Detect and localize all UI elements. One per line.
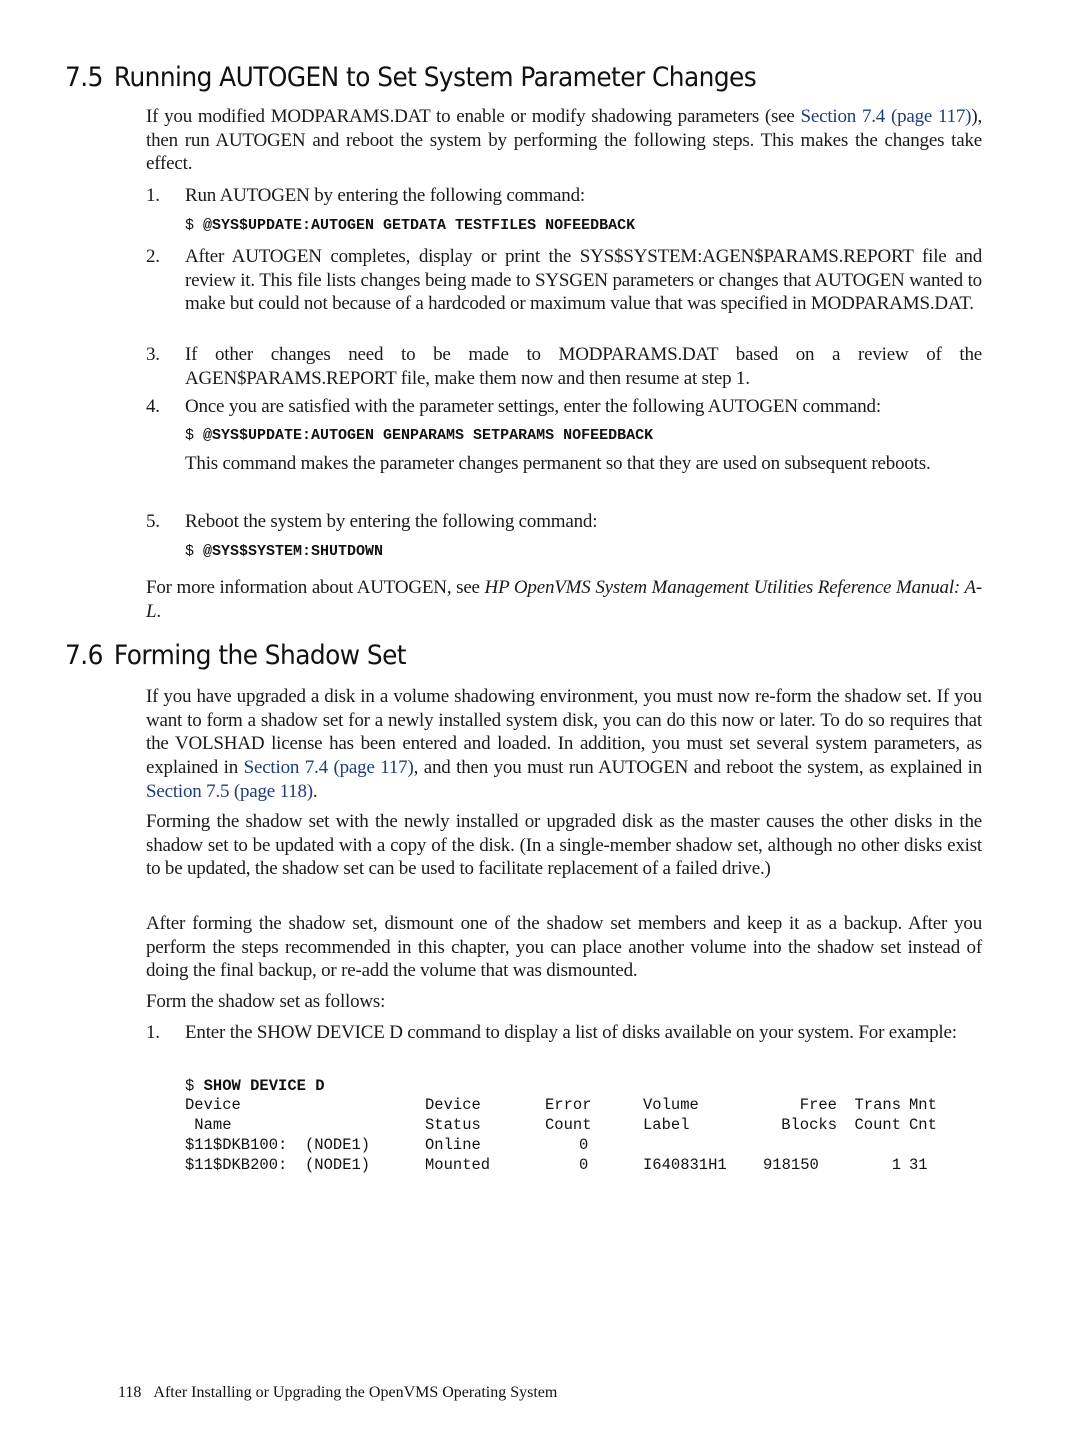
trans-count: [845, 1135, 909, 1155]
device-name: $11$DKB100:: [185, 1136, 288, 1154]
free-blocks: [763, 1135, 845, 1155]
step-number: 1.: [146, 185, 160, 206]
step-number: 5.: [146, 511, 160, 532]
col-node: [305, 1095, 425, 1115]
step-number: 1.: [146, 1022, 160, 1043]
step-number: 4.: [146, 396, 160, 417]
step-text: After AUTOGEN completes, display or prin…: [185, 246, 982, 315]
section-7-6-heading: 7.6 Forming the Shadow Set: [65, 640, 407, 671]
free-blocks: 918150: [763, 1156, 819, 1174]
section-number: 7.6: [65, 640, 103, 671]
col-device-status: Status: [425, 1116, 481, 1134]
prompt: $: [185, 217, 204, 234]
section-number: 7.5: [65, 62, 103, 93]
section-7-5-intro: If you modified MODPARAMS.DAT to enable …: [146, 105, 982, 176]
para-text: .: [312, 780, 318, 802]
command-text: @SYS$UPDATE:AUTOGEN GETDATA TESTFILES NO…: [203, 217, 636, 234]
section-7-6-para-1: If you have upgraded a disk in a volume …: [146, 685, 982, 804]
command-shutdown: $ @SYS$SYSTEM:SHUTDOWN: [185, 542, 383, 562]
link-section-7-5[interactable]: Section 7.5 (page 118): [146, 781, 313, 802]
node-name: (NODE1): [305, 1156, 371, 1174]
section-title: Running AUTOGEN to Set System Parameter …: [113, 62, 757, 93]
col-free-blocks: Blocks: [781, 1116, 837, 1134]
volume-label: I640831H1: [643, 1156, 727, 1174]
section-7-5-heading: 7.5 Running AUTOGEN to Set System Paramet…: [65, 62, 757, 93]
table-row: $11$DKB200: (NODE1) Mounted 0 I640831H1 …: [185, 1155, 949, 1175]
step-4: 4. Once you are satisfied with the param…: [146, 395, 982, 419]
prompt: $: [185, 543, 204, 560]
node-name: (NODE1): [305, 1136, 371, 1154]
command-text: SHOW DEVICE D: [203, 1077, 325, 1095]
step-number: 3.: [146, 344, 160, 365]
para-text: , and then you must run AUTOGEN and rebo…: [413, 757, 983, 779]
running-title: After Installing or Upgrading the OpenVM…: [153, 1384, 558, 1401]
col-free-blocks: Free: [799, 1096, 837, 1114]
device-name: $11$DKB200:: [185, 1156, 288, 1174]
section-title: Forming the Shadow Set: [113, 640, 407, 671]
step-5: 5. Reboot the system by entering the fol…: [146, 510, 982, 534]
more-info-end: .: [156, 600, 161, 622]
more-info-paragraph: For more information about AUTOGEN, see …: [146, 576, 982, 623]
section-7-6-para-3: After forming the shadow set, dismount o…: [146, 913, 982, 982]
trans-count: 1: [891, 1156, 901, 1174]
step-3: 3. If other changes need to be made to M…: [146, 343, 982, 390]
prompt: $: [185, 427, 204, 444]
step-text: Reboot the system by entering the follow…: [185, 511, 598, 532]
col-error-count: Error: [545, 1096, 592, 1114]
page-number: 118: [118, 1384, 142, 1401]
col-device-status: Device: [425, 1096, 481, 1114]
command-text: @SYS$SYSTEM:SHUTDOWN: [203, 543, 384, 560]
command-show-device: $ SHOW DEVICE D: [185, 1076, 325, 1096]
prompt: $: [185, 1077, 204, 1095]
step-text: Run AUTOGEN by entering the following co…: [185, 185, 585, 206]
device-status: Mounted: [425, 1156, 491, 1174]
section-7-6-para-4: Form the shadow set as follows:: [146, 991, 386, 1012]
col-trans-count: Trans: [854, 1096, 901, 1114]
col-mnt-cnt: Mnt: [909, 1096, 937, 1114]
error-count: 0: [579, 1136, 589, 1154]
command-autogen-genparams: $ @SYS$UPDATE:AUTOGEN GENPARAMS SETPARAM…: [185, 426, 653, 446]
command-text: @SYS$UPDATE:AUTOGEN GENPARAMS SETPARAMS …: [203, 427, 654, 444]
command-autogen-getdata: $ @SYS$UPDATE:AUTOGEN GETDATA TESTFILES …: [185, 216, 635, 236]
col-mnt-cnt: Cnt: [909, 1116, 937, 1134]
volume-label: [643, 1135, 763, 1155]
intro-text: If you modified MODPARAMS.DAT to enable …: [146, 106, 801, 127]
link-section-7-4[interactable]: Section 7.4 (page 117): [244, 757, 414, 778]
table-header-row: Name Status Count Label Blocks Count Cnt: [185, 1115, 949, 1135]
col-node: [305, 1115, 425, 1135]
col-volume-label: Volume: [643, 1096, 699, 1114]
step-note-text: This command makes the parameter changes…: [185, 453, 931, 474]
col-volume-label: Label: [643, 1116, 690, 1134]
step-2: 2. After AUTOGEN completes, display or p…: [146, 245, 982, 316]
link-section-7-4[interactable]: Section 7.4 (page 117): [801, 106, 972, 127]
section-7-6-para-2: Forming the shadow set with the newly in…: [146, 811, 982, 880]
col-device: Name: [185, 1116, 232, 1134]
page-footer: 118 After Installing or Upgrading the Ope…: [118, 1384, 557, 1402]
col-trans-count: Count: [854, 1116, 901, 1134]
mnt-cnt: [909, 1135, 949, 1155]
step-1: 1. Run AUTOGEN by entering the following…: [146, 184, 982, 208]
step-number: 2.: [146, 246, 160, 267]
step-text: Enter the SHOW DEVICE D command to displ…: [185, 1022, 957, 1043]
error-count: 0: [579, 1156, 589, 1174]
device-status: Online: [425, 1136, 481, 1154]
mnt-cnt: 31: [909, 1156, 928, 1174]
table-row: $11$DKB100: (NODE1) Online 0: [185, 1135, 949, 1155]
document-page: 7.5 Running AUTOGEN to Set System Paramet…: [0, 0, 1080, 1438]
step-text: If other changes need to be made to MODP…: [185, 344, 982, 389]
device-listing: Device Device Error Volume Free Trans Mn…: [185, 1095, 949, 1175]
col-error-count: Count: [545, 1116, 592, 1134]
more-info-text: For more information about AUTOGEN, see: [146, 577, 485, 598]
shadow-step-1: 1. Enter the SHOW DEVICE D command to di…: [146, 1021, 982, 1045]
step-text: Once you are satisfied with the paramete…: [185, 396, 881, 417]
col-device: Device: [185, 1096, 241, 1114]
table-header-row: Device Device Error Volume Free Trans Mn…: [185, 1095, 949, 1115]
step-4-note: This command makes the parameter changes…: [146, 452, 982, 476]
